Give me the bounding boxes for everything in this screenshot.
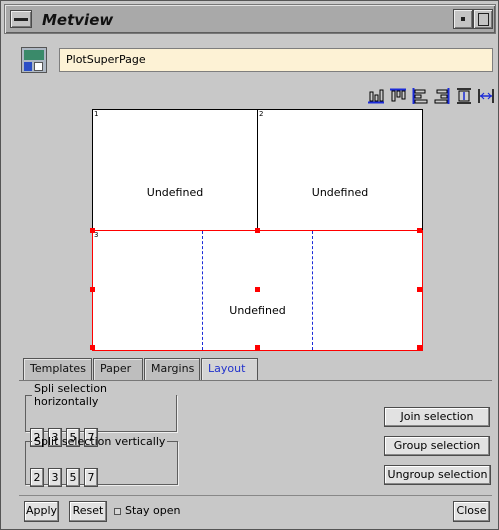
window-menu-button[interactable]	[10, 10, 32, 28]
toolbar	[367, 87, 497, 105]
split-vertical-legend: Split selection vertically	[34, 435, 166, 448]
split-vertical-group: Split selection vertically 2 3 5 7	[25, 435, 178, 487]
ungroup-selection-button[interactable]: Ungroup selection	[384, 465, 491, 485]
maximize-icon	[478, 13, 489, 26]
name-field[interactable]: PlotSuperPage	[59, 48, 493, 72]
resize-handle[interactable]	[90, 287, 95, 292]
page-cell[interactable]: 2 Undefined	[257, 109, 423, 231]
join-selection-button[interactable]: Join selection	[384, 407, 490, 427]
resize-handle[interactable]	[90, 228, 95, 233]
superpage-layout: 1 Undefined 2 Undefined 3 Undefined	[90, 109, 423, 351]
page-canvas[interactable]: 1 Undefined 2 Undefined 3 Undefined	[19, 107, 492, 353]
layout-panel: Spli selection horizontally 2 3 5 7 Spli…	[19, 380, 492, 488]
tab-margins[interactable]: Margins	[144, 358, 200, 380]
align-bottom-icon[interactable]	[367, 87, 385, 105]
minimize-icon	[461, 17, 465, 21]
split-vertical-2-button[interactable]: 2	[30, 468, 44, 487]
resize-handle[interactable]	[417, 228, 422, 233]
maximize-button[interactable]	[473, 9, 493, 29]
title-bar[interactable]: Metview	[4, 4, 496, 34]
split-vertical-7-button[interactable]: 7	[84, 468, 98, 487]
align-right-icon[interactable]	[433, 87, 451, 105]
close-button[interactable]: Close	[453, 501, 490, 522]
metview-window: Metview PlotSuperPage 1 Undefined 2 Unde…	[0, 0, 499, 530]
equal-height-icon[interactable]	[455, 87, 473, 105]
page-cell[interactable]: 1 Undefined	[92, 109, 258, 231]
tab-paper[interactable]: Paper	[93, 358, 143, 380]
align-left-icon[interactable]	[411, 87, 429, 105]
split-horizontal-group: Spli selection horizontally 2 3 5 7	[25, 382, 177, 447]
selected-page-cell[interactable]: 3 Undefined	[90, 228, 423, 351]
group-selection-button[interactable]: Group selection	[384, 436, 490, 456]
page-label: Undefined	[311, 186, 369, 199]
minimize-button[interactable]	[453, 9, 473, 29]
split-line	[202, 231, 203, 350]
apply-button[interactable]: Apply	[24, 501, 59, 522]
superpage-icon	[21, 47, 47, 73]
align-top-icon[interactable]	[389, 87, 407, 105]
resize-handle[interactable]	[417, 345, 422, 350]
tab-layout[interactable]: Layout	[201, 358, 258, 381]
resize-handle[interactable]	[255, 345, 260, 350]
tab-bar: Templates Paper Margins Layout	[19, 358, 492, 381]
resize-handle[interactable]	[417, 287, 422, 292]
tab-templates[interactable]: Templates	[23, 358, 92, 380]
window-title: Metview	[42, 11, 114, 29]
header: PlotSuperPage	[19, 44, 493, 77]
equal-width-icon[interactable]	[477, 87, 495, 105]
move-handle[interactable]	[255, 287, 260, 292]
resize-handle[interactable]	[90, 345, 95, 350]
stay-open-label: Stay open	[125, 504, 181, 517]
page-number: 2	[259, 110, 264, 118]
reset-button[interactable]: Reset	[69, 501, 107, 522]
footer-bar: Apply Reset Stay open Close	[19, 495, 492, 523]
menu-bar-icon	[14, 18, 28, 21]
split-horizontal-legend: Spli selection horizontally	[34, 382, 108, 408]
split-vertical-5-button[interactable]: 5	[66, 468, 80, 487]
page-label: Undefined	[146, 186, 204, 199]
page-label: Undefined	[229, 304, 286, 317]
stay-open-checkbox[interactable]	[114, 508, 121, 515]
page-number: 1	[94, 110, 99, 118]
resize-handle[interactable]	[255, 228, 260, 233]
split-vertical-3-button[interactable]: 3	[48, 468, 62, 487]
split-line	[312, 231, 313, 350]
